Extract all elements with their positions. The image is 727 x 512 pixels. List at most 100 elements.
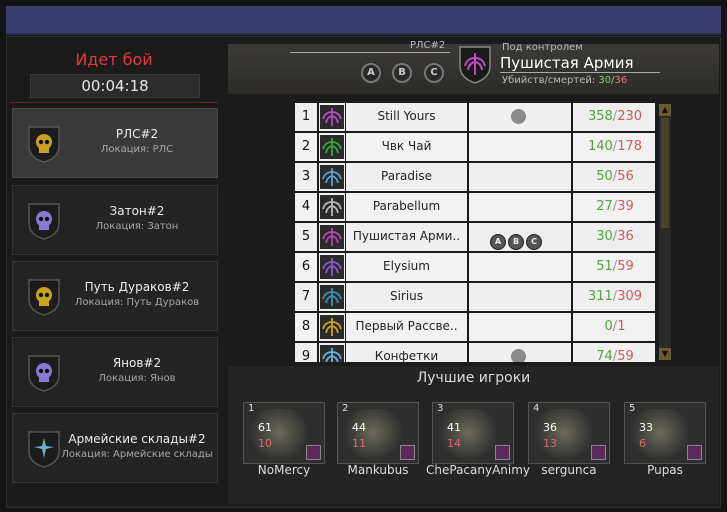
clan-kd: 30/36: [575, 222, 655, 251]
clan-row[interactable]: 1 Still Yours 358/230: [295, 102, 655, 131]
clan-name: Still Yours: [377, 109, 436, 123]
player-name: Pupas: [647, 463, 683, 477]
location-name: РЛС#2: [115, 127, 159, 141]
location-name: Путь Дураков#2: [84, 280, 190, 294]
player-rank: 3: [437, 403, 444, 414]
scroll-down-icon[interactable]: ▼: [659, 348, 671, 360]
divider: [500, 72, 660, 73]
clan-kd: 50/56: [575, 162, 655, 191]
clan-name: Чвк Чай: [381, 139, 432, 153]
player-level: 44: [352, 421, 366, 434]
clan-row[interactable]: 6 Elysium 51/59: [295, 252, 655, 281]
scrollbar[interactable]: ▲ ▼: [659, 104, 671, 360]
clan-kd: 140/178: [575, 132, 655, 161]
clan-row[interactable]: 9 Конфетки 74/59: [295, 342, 655, 362]
player-avatar: [533, 409, 595, 461]
player-level: 61: [258, 421, 272, 434]
player-level: 36: [543, 421, 557, 434]
clan-rank: 4: [301, 199, 311, 214]
clan-row[interactable]: 8 Первый Рассве.. 0/1: [295, 312, 655, 341]
capture-point-c[interactable]: C: [424, 63, 444, 83]
kills-value: 0: [604, 319, 613, 334]
clan-row[interactable]: 7 Sirius 311/309: [295, 282, 655, 311]
player-avatar: [342, 409, 404, 461]
scroll-up-icon[interactable]: ▲: [659, 104, 671, 116]
wings-icon: [320, 165, 344, 189]
cell-background: [469, 253, 571, 281]
cell-background: [469, 163, 571, 191]
location-name: Армейские склады#2: [68, 432, 206, 446]
location-item[interactable]: Затон#2 Локация: Затон: [12, 185, 218, 255]
point-title: РЛС#2: [410, 40, 446, 51]
clan-rank: 8: [301, 319, 311, 334]
player-level: 41: [447, 421, 461, 434]
scroll-thumb[interactable]: [661, 118, 669, 228]
clan-mini-icon: [687, 445, 702, 460]
player-card[interactable]: 1 61 10: [243, 402, 325, 464]
clan-row[interactable]: 2 Чвк Чай 140/178: [295, 132, 655, 161]
cell-background: [469, 133, 571, 161]
kills-value: 311: [587, 289, 613, 304]
wings-icon: [320, 225, 344, 249]
player-card[interactable]: 5 33 6: [624, 402, 706, 464]
player-card[interactable]: 4 36 13: [528, 402, 610, 464]
star-emblem-icon: [320, 285, 344, 309]
player-level: 33: [639, 421, 653, 434]
kills-value: 74: [596, 349, 613, 362]
kills-value: 358: [587, 109, 613, 124]
player-name: ChePacanyAnimy: [426, 463, 531, 477]
deaths-value: 178: [617, 139, 643, 154]
clan-mini-icon: [495, 445, 510, 460]
clan-rank: 2: [301, 139, 311, 154]
capture-point-a[interactable]: A: [361, 63, 381, 83]
clan-mini-icon: [591, 445, 606, 460]
clan-row[interactable]: 4 Parabellum 27/39: [295, 192, 655, 221]
clan-kd: 0/1: [575, 312, 655, 341]
player-kills: 13: [543, 437, 557, 450]
divider: [290, 52, 450, 53]
location-item[interactable]: Армейские склады#2 Локация: Армейские скл…: [12, 413, 218, 483]
capture-point-b[interactable]: B: [392, 63, 412, 83]
clan-kd: 27/39: [575, 192, 655, 221]
deaths-value: 56: [617, 169, 634, 184]
clan-row[interactable]: 5 Пушистая Арми.. A B C 30/36: [295, 222, 655, 251]
player-card[interactable]: 3 41 14: [432, 402, 514, 464]
skull-gold-icon: [27, 278, 61, 316]
location-item[interactable]: РЛС#2 Локация: РЛС: [12, 108, 218, 178]
player-kills: 11: [352, 437, 366, 450]
battle-status: Идет бой: [75, 50, 153, 69]
clan-kd: 51/59: [575, 252, 655, 281]
winged-emblem-icon: [320, 135, 344, 159]
clan-mini-icon: [306, 445, 321, 460]
location-name: Затон#2: [109, 204, 165, 218]
point-badge: C: [526, 234, 542, 250]
skull-gold-icon: [27, 125, 61, 163]
location-item[interactable]: Путь Дураков#2 Локация: Путь Дураков: [12, 261, 218, 331]
player-name: Mankubus: [347, 463, 409, 477]
clan-kd: 311/309: [575, 282, 655, 311]
deaths-value: 39: [617, 199, 634, 214]
kills-value: 30: [596, 229, 613, 244]
control-kd: Убийств/смертей: 30/36: [502, 75, 627, 86]
location-item[interactable]: Янов#2 Локация: Янов: [12, 337, 218, 407]
clan-rank: 6: [301, 259, 311, 274]
flag-icon: [511, 109, 526, 124]
winged-emblem-icon: [320, 105, 344, 129]
kills-value: 27: [596, 199, 613, 214]
clan-name: Parabellum: [372, 199, 441, 213]
clan-row[interactable]: 3 Paradise 50/56: [295, 162, 655, 191]
clan-table: 1 Still Yours 358/230 2 Чвк Чай 140/178 3 Parad…: [295, 102, 655, 362]
player-kills: 14: [447, 437, 461, 450]
deaths-value: 1: [617, 319, 626, 334]
clan-kd: 74/59: [575, 342, 655, 362]
player-rank: 4: [533, 403, 540, 414]
clan-name: Первый Рассве..: [355, 319, 458, 333]
deaths-value: 59: [617, 349, 634, 362]
player-name: sergunca: [541, 463, 597, 477]
flag-icon: [511, 349, 526, 362]
point-badge: A: [490, 234, 506, 250]
clan-mini-icon: [400, 445, 415, 460]
deaths-value: 36: [614, 75, 628, 86]
player-card[interactable]: 2 44 11: [337, 402, 419, 464]
battle-timer: 00:04:18: [30, 74, 200, 98]
